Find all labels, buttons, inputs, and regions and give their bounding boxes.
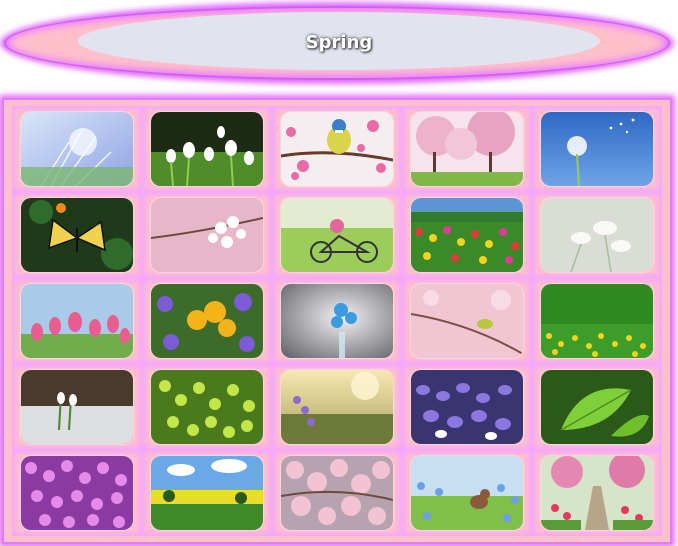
gallery-cell <box>272 106 402 192</box>
gallery-cell <box>532 278 662 364</box>
sunset-grass-thumbnail[interactable] <box>281 370 393 444</box>
gallery-cell <box>402 364 532 450</box>
gallery-cell <box>12 450 142 536</box>
gallery-cell <box>272 364 402 450</box>
bird-branch-thumbnail[interactable] <box>411 284 523 358</box>
crocus-mix-thumbnail[interactable] <box>151 284 263 358</box>
gallery-cell <box>142 106 272 192</box>
snowdrops-thumbnail[interactable] <box>151 112 263 186</box>
gallery-cell <box>272 192 402 278</box>
page-title: Spring <box>305 32 373 53</box>
dandelion-sky-thumbnail[interactable] <box>541 112 653 186</box>
tulip-field-thumbnail[interactable] <box>411 198 523 272</box>
gallery-cell <box>142 364 272 450</box>
header-banner: Spring <box>4 6 670 80</box>
gallery-cell <box>12 364 142 450</box>
rapeseed-landscape-thumbnail[interactable] <box>151 456 263 530</box>
gallery-cell <box>402 278 532 364</box>
dandelion-seeds-thumbnail[interactable] <box>21 112 133 186</box>
yellow-meadow-thumbnail[interactable] <box>541 284 653 358</box>
blue-flower-vase-thumbnail[interactable] <box>281 284 393 358</box>
gallery-cell <box>272 450 402 536</box>
gallery-cell <box>402 106 532 192</box>
garden-path-thumbnail[interactable] <box>541 456 653 530</box>
cherry-blossoms-thumbnail[interactable] <box>281 456 393 530</box>
gallery-cell <box>142 278 272 364</box>
white-flowers-thumbnail[interactable] <box>541 198 653 272</box>
gallery-cell <box>532 364 662 450</box>
gallery-cell <box>12 106 142 192</box>
gallery-cell <box>272 278 402 364</box>
gallery-cell <box>142 192 272 278</box>
gallery-cell <box>12 192 142 278</box>
leaf-dew-thumbnail[interactable] <box>541 370 653 444</box>
gallery-cell <box>532 192 662 278</box>
gallery-cell <box>142 450 272 536</box>
pink-tulips-thumbnail[interactable] <box>21 284 133 358</box>
pink-phlox-thumbnail[interactable] <box>21 456 133 530</box>
green-leaves-thumbnail[interactable] <box>151 370 263 444</box>
gallery-cell <box>12 278 142 364</box>
pink-trees-park-thumbnail[interactable] <box>411 112 523 186</box>
bicycle-meadow-thumbnail[interactable] <box>281 198 393 272</box>
blue-tit-blossom-thumbnail[interactable] <box>281 112 393 186</box>
cherry-blossom-branch-thumbnail[interactable] <box>151 198 263 272</box>
gallery-cell <box>532 106 662 192</box>
gallery-cell <box>402 450 532 536</box>
image-gallery <box>2 98 672 544</box>
purple-crocus-field-thumbnail[interactable] <box>411 370 523 444</box>
snowdrops-snow-thumbnail[interactable] <box>21 370 133 444</box>
gallery-cell <box>532 450 662 536</box>
butterfly-thumbnail[interactable] <box>21 198 133 272</box>
chipmunk-flowers-thumbnail[interactable] <box>411 456 523 530</box>
gallery-cell <box>402 192 532 278</box>
